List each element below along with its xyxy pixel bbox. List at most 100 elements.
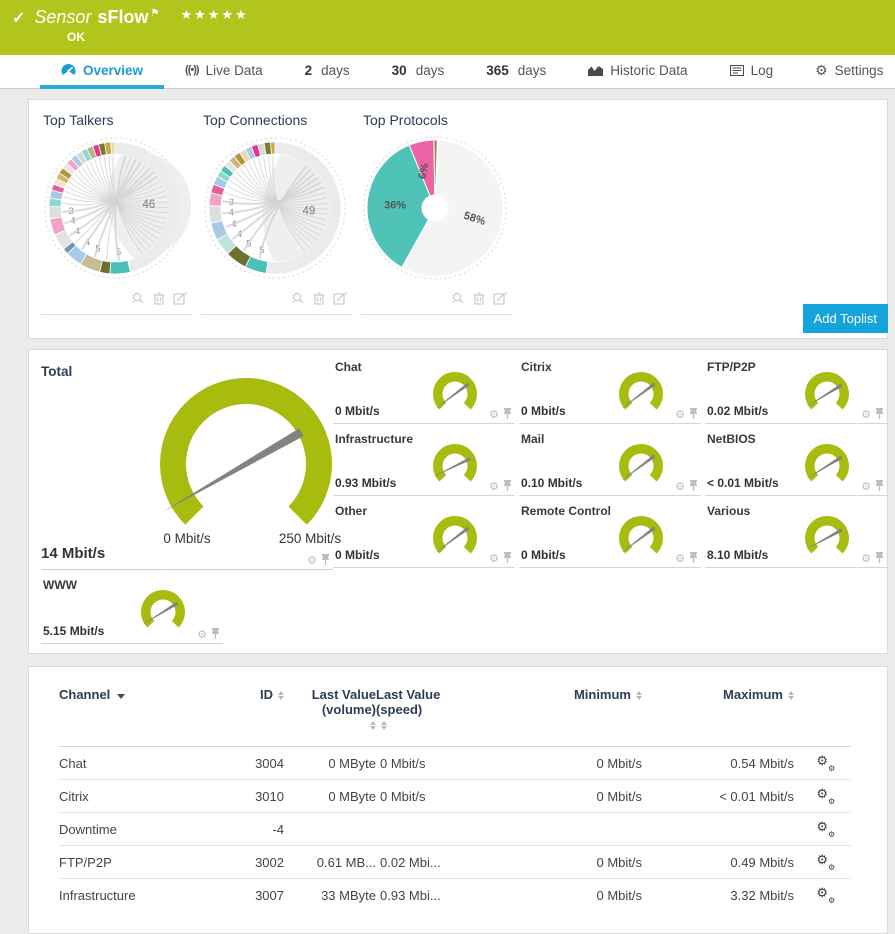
edit-icon[interactable] [333,291,347,310]
tab-365-days[interactable]: 365days [465,55,567,89]
table-row: Infrastructure300733 MByte0.93 Mbi...0 M… [59,879,851,912]
tab-live-data[interactable]: ((•))Live Data [164,55,284,89]
gauge-www-slot: WWW5.15 Mbit/s⚙ [41,576,223,644]
tab-log[interactable]: Log [709,55,795,89]
gauge-channel-name: Other [335,504,367,518]
status-ok-check-icon: ✓ [12,8,25,28]
delete-icon[interactable] [152,291,166,310]
gauge-channel-name: FTP/P2P [707,360,756,374]
gauge-cell-www: WWW5.15 Mbit/s⚙ [41,576,223,644]
gauge-settings-gear-icon[interactable]: ⚙ [197,630,207,640]
chord-chart[interactable]: 55444349 [201,132,351,284]
column-header-lastVolume[interactable]: Last Value(volume) [284,687,376,747]
cell-channel[interactable]: Downtime [59,813,224,846]
pin-icon[interactable] [503,408,512,420]
sort-desc-icon [117,694,125,699]
sort-icon [278,691,284,700]
gauge-settings-gear-icon[interactable]: ⚙ [675,554,685,564]
svg-text:250 Mbit/s: 250 Mbit/s [279,531,342,546]
pin-icon[interactable] [875,552,884,564]
gauge-cell-ftp-p2p: FTP/P2P 0.02 Mbit/s ⚙ [705,358,887,424]
gauge-channel-name: Citrix [521,360,552,374]
gauge-settings-gear-icon[interactable]: ⚙ [861,410,871,420]
pin-icon[interactable] [689,480,698,492]
channel-gauge [795,510,859,566]
pie-chart[interactable]: 58%36%6% [361,132,511,284]
flag-icon[interactable]: ⚑ [150,8,159,19]
gauge-channel-value: 0 Mbit/s [335,548,380,562]
delete-icon[interactable] [312,291,326,310]
gauge-settings-gear-icon[interactable]: ⚙ [489,482,499,492]
pin-icon[interactable] [689,552,698,564]
edit-icon[interactable] [493,291,507,310]
cell-channel[interactable]: Citrix [59,780,224,813]
table-row: Chat30040 MByte0 Mbit/s0 Mbit/s0.54 Mbit… [59,747,851,780]
cell-lastVolume: 33 MByte [284,879,376,912]
gauge-cell-total: Total 14 Mbit/s 0 Mbit/s250 Mbit/s⚙ [41,360,333,570]
gauge-channel-value: 0 Mbit/s [335,404,380,418]
svg-text:36%: 36% [384,200,406,212]
pin-icon[interactable] [875,480,884,492]
channel-gauge [609,438,673,494]
cell-channel[interactable]: Chat [59,747,224,780]
pin-icon[interactable] [875,408,884,420]
channel-gauge [795,366,859,422]
toplist-title: Top Connections [203,112,353,128]
gauge-settings-gear-icon[interactable]: ⚙ [489,554,499,564]
gauge-settings-gear-icon[interactable]: ⚙ [307,556,317,566]
tab-overview[interactable]: Overview [40,55,164,89]
tab-label: days [321,55,350,86]
column-header-min[interactable]: Minimum [494,687,642,747]
inspect-icon[interactable] [451,291,465,310]
cell-max: 0.49 Mbit/s [642,846,794,879]
column-header-lastSpeed[interactable]: Last Value(speed) [376,687,494,747]
tab-2-days[interactable]: 2days [284,55,371,89]
cell-id: 3007 [224,879,284,912]
add-toplist-button[interactable]: Add Toplist [803,304,888,333]
edit-icon[interactable] [173,291,187,310]
gauge-icon [61,63,76,78]
gauge-settings-gear-icon[interactable]: ⚙ [861,482,871,492]
toplist-title: Top Talkers [43,112,193,128]
pin-icon[interactable] [211,628,220,640]
gauge-settings-gear-icon[interactable]: ⚙ [675,410,685,420]
gauge-channel-value: 5.15 Mbit/s [43,624,104,638]
inspect-icon[interactable] [131,291,145,310]
inspect-icon[interactable] [291,291,305,310]
cell-channel[interactable]: Infrastructure [59,879,224,912]
gauge-settings-gear-icon[interactable]: ⚙ [489,410,499,420]
svg-text:0 Mbit/s: 0 Mbit/s [163,531,211,546]
pin-icon[interactable] [689,408,698,420]
channel-gauge [423,438,487,494]
pin-icon[interactable] [503,480,512,492]
tab-label: Live Data [206,55,263,86]
gauge-settings-gear-icon[interactable]: ⚙ [675,482,685,492]
table-row: Citrix30100 MByte0 Mbit/s0 Mbit/s< 0.01 … [59,780,851,813]
tab-historic-data[interactable]: Historic Data [567,55,708,89]
gauge-channel-value: 0 Mbit/s [521,404,566,418]
cell-channel[interactable]: FTP/P2P [59,846,224,879]
chord-chart[interactable]: 55444346 [41,132,191,284]
pin-icon[interactable] [321,554,330,566]
chart-icon [588,64,603,76]
delete-icon[interactable] [472,291,486,310]
gauge-cell-other: Other 0 Mbit/s ⚙ [333,502,515,568]
column-header-channel[interactable]: Channel [59,687,224,747]
sort-icon [636,691,642,700]
column-header-max[interactable]: Maximum [642,687,794,747]
sort-icon [381,721,387,730]
cell-id: 3002 [224,846,284,879]
column-header-actions [794,687,851,747]
tab-settings[interactable]: ⚙Settings [794,55,895,89]
gauge-channel-value: 0.02 Mbit/s [707,404,768,418]
tab-30-days[interactable]: 30days [371,55,466,89]
pin-icon[interactable] [503,552,512,564]
gauge-settings-gear-icon[interactable]: ⚙ [861,554,871,564]
priority-stars[interactable]: ★★★★★ [180,7,248,23]
gauge-channel-name: Mail [521,432,544,446]
tab-label: Overview [83,55,143,86]
gauge-channel-value: 0.93 Mbit/s [335,476,396,490]
cell-max: < 0.01 Mbit/s [642,780,794,813]
gauge-cell-various: Various8.10 Mbit/s⚙ [705,502,887,568]
column-header-id[interactable]: ID [224,687,284,747]
